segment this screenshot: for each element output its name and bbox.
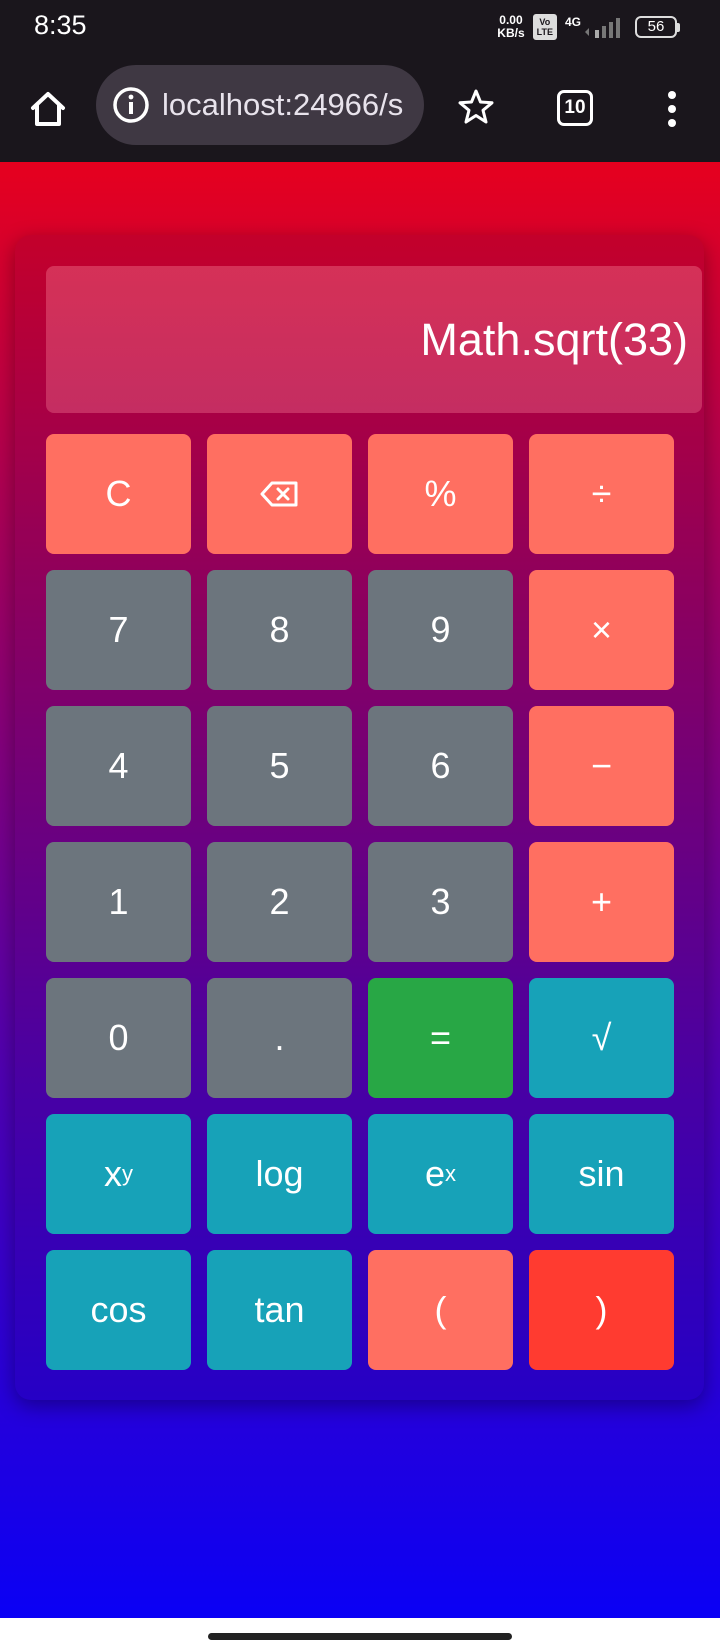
key-5[interactable]: 5 (207, 706, 352, 826)
key-7[interactable]: 7 (46, 570, 191, 690)
key-percent[interactable]: % (368, 434, 513, 554)
key-decimal[interactable]: . (207, 978, 352, 1098)
navigation-bar (0, 1618, 720, 1650)
key-label: ) (595, 1289, 608, 1330)
key-equals[interactable]: = (368, 978, 513, 1098)
key-label: 2 (269, 881, 290, 922)
key-label: e (424, 1153, 446, 1194)
key-plus[interactable]: + (529, 842, 674, 962)
key-label: 6 (430, 745, 451, 786)
key-0[interactable]: 0 (46, 978, 191, 1098)
key-9[interactable]: 9 (368, 570, 513, 690)
key-label: = (429, 1017, 452, 1058)
url-bar[interactable]: localhost:24966/s (96, 65, 424, 145)
page-content: Math.sqrt(33) C% ÷ 7 8 9 × 4 5 6−1 2 3 +0. = √ x y log e x… (0, 162, 720, 1618)
key-sin[interactable]: sin (529, 1114, 674, 1234)
key-minus[interactable]: − (529, 706, 674, 826)
tab-switcher-button[interactable]: 10 (553, 86, 597, 130)
more-vert-icon (668, 91, 676, 127)
key-divide[interactable]: ÷ (529, 434, 674, 554)
key-label: √ (591, 1017, 612, 1058)
key-4[interactable]: 4 (46, 706, 191, 826)
key-backspace[interactable] (207, 434, 352, 554)
key-label: 4 (108, 745, 129, 786)
key-label: log (255, 1153, 304, 1194)
network-speed-unit: KB/s (497, 26, 525, 40)
bookmark-button[interactable] (452, 83, 500, 131)
network-type: 4G (564, 15, 581, 29)
battery-icon: 56 (635, 16, 680, 38)
key-3[interactable]: 3 (368, 842, 513, 962)
status-indicators: 0.00 KB/s Vo LTE 4G 56 (497, 12, 680, 42)
key-8[interactable]: 8 (207, 570, 352, 690)
key-label: 3 (430, 881, 451, 922)
key-1[interactable]: 1 (46, 842, 191, 962)
info-icon[interactable] (112, 86, 150, 124)
key-label: − (590, 745, 613, 786)
key-label: C (105, 473, 132, 514)
display-value: Math.sqrt(33) (420, 313, 688, 365)
key-label: cos (90, 1289, 147, 1330)
key-label: % (424, 473, 457, 514)
key-label: + (590, 881, 613, 922)
key-c[interactable]: C (46, 434, 191, 554)
key-superscript: y (122, 1161, 133, 1186)
url-text[interactable]: localhost:24966/s (162, 87, 403, 123)
key-2[interactable]: 2 (207, 842, 352, 962)
volte-label-bottom: LTE (536, 27, 553, 37)
key-label: 5 (269, 745, 290, 786)
key-label: × (590, 609, 613, 650)
key-e-pow-x[interactable]: ex (368, 1114, 513, 1234)
key-label: 8 (269, 609, 290, 650)
key-superscript: x (445, 1161, 457, 1186)
key-close-paren[interactable]: ) (529, 1250, 674, 1370)
tab-count: 10 (557, 90, 593, 126)
network-speed: 0.00 KB/s (497, 14, 524, 40)
volte-icon: Vo LTE (532, 14, 557, 40)
menu-button[interactable] (655, 86, 689, 132)
key-x-pow-y[interactable]: xy (46, 1114, 191, 1234)
key-label: 1 (108, 881, 129, 922)
browser-toolbar: localhost:24966/s 10 (0, 56, 720, 162)
home-gesture-handle[interactable] (208, 1633, 512, 1640)
signal-icon (585, 18, 620, 38)
calculator-display: Math.sqrt(33) (46, 266, 702, 413)
key-tan[interactable]: tan (207, 1250, 352, 1370)
key-label: . (274, 1017, 285, 1058)
key-label: tan (254, 1289, 305, 1330)
home-button[interactable] (22, 83, 74, 135)
star-icon (458, 89, 494, 124)
status-bar: 8:35 0.00 KB/s Vo LTE 4G 56 (0, 0, 720, 56)
key-log[interactable]: log (207, 1114, 352, 1234)
key-label: x (104, 1153, 122, 1194)
battery-level: 56 (635, 16, 677, 38)
key-open-paren[interactable]: ( (368, 1250, 513, 1370)
status-time: 8:35 (34, 10, 87, 40)
key-multiply[interactable]: × (529, 570, 674, 690)
key-label: 0 (108, 1017, 129, 1058)
key-label: ( (434, 1289, 447, 1330)
key-label: 7 (108, 609, 129, 650)
key-label: 9 (430, 609, 451, 650)
key-6[interactable]: 6 (368, 706, 513, 826)
key-cos[interactable]: cos (46, 1250, 191, 1370)
backspace-icon (260, 481, 297, 507)
volte-label-top: Vo (539, 17, 551, 27)
key-label: sin (578, 1153, 625, 1194)
key-label: ÷ (591, 473, 612, 514)
home-icon (31, 92, 65, 126)
key-sqrt[interactable]: √ (529, 978, 674, 1098)
